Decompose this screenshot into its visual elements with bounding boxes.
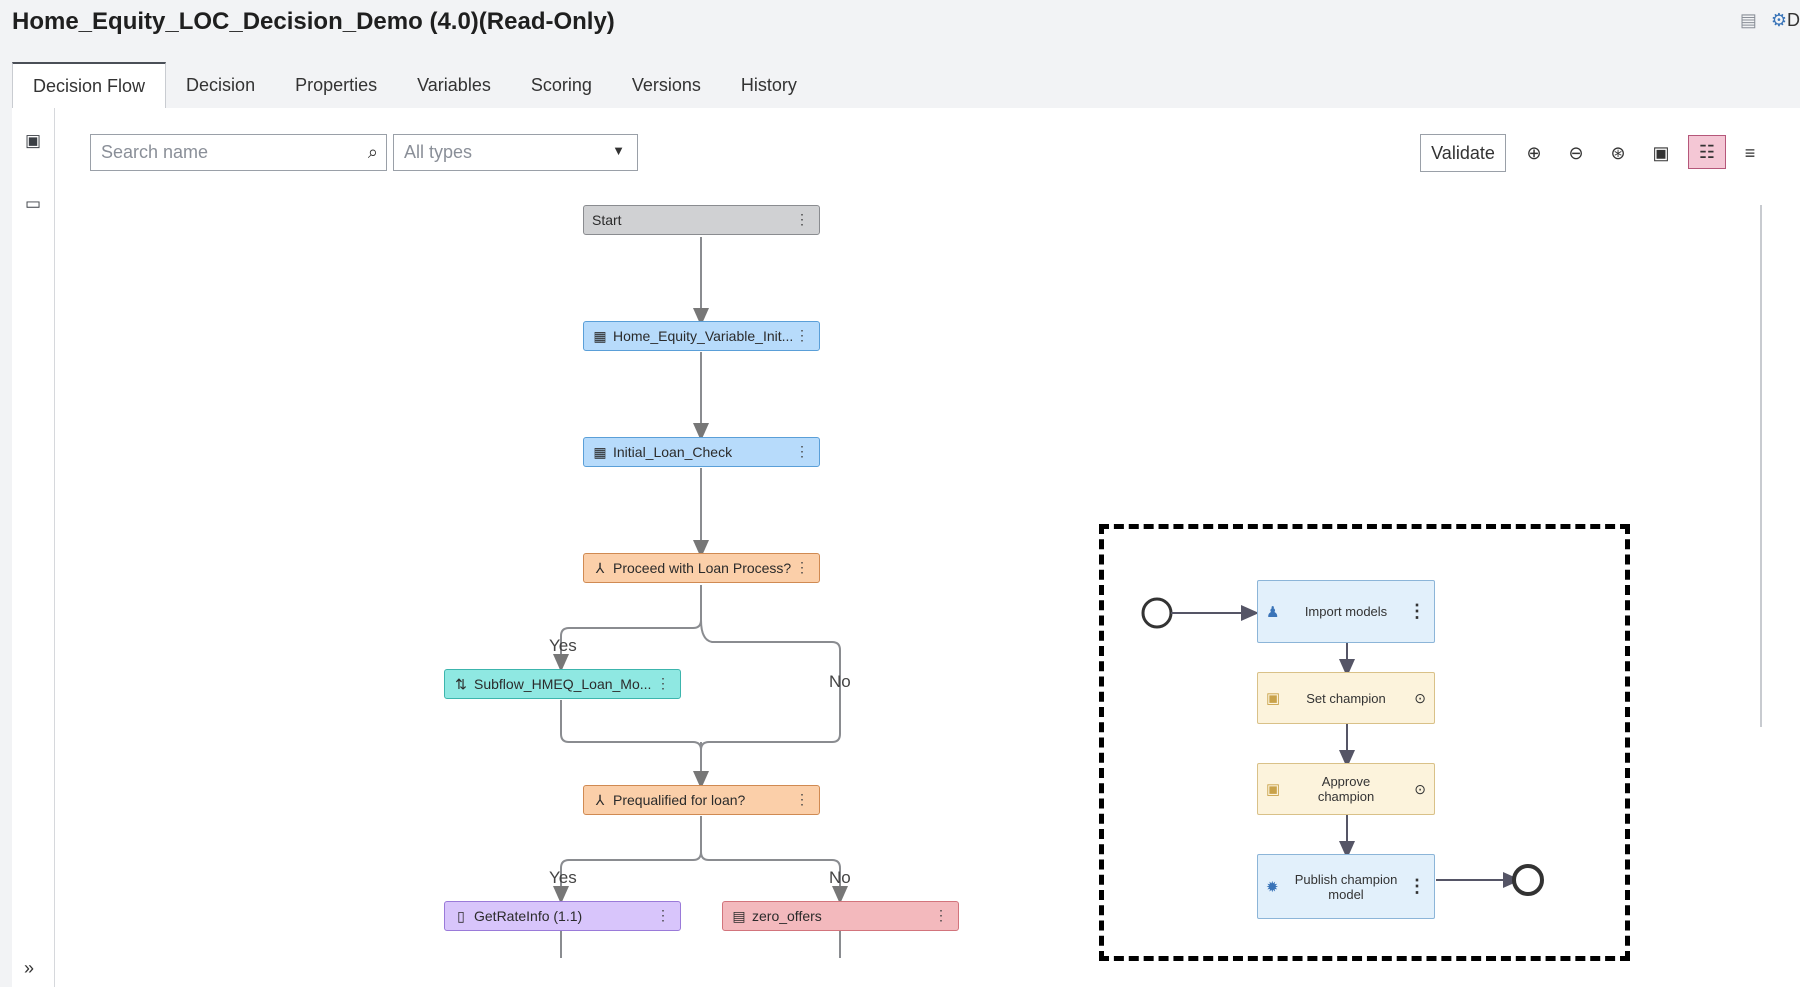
more-options-icon[interactable]: ⋮ <box>1408 601 1426 622</box>
start-event <box>1141 597 1173 629</box>
node-label: zero_offers <box>752 908 822 924</box>
task-label: Approve champion <box>1317 774 1375 804</box>
task-label: Set champion <box>1306 690 1386 706</box>
flow-node-subflow[interactable]: ⇅ Subflow_HMEQ_Loan_Mo... ⋮ <box>444 669 681 699</box>
end-event <box>1512 864 1544 896</box>
branch-icon: ⅄ <box>595 791 605 808</box>
record-contact-icon: ▤ <box>732 907 746 924</box>
node-label: Proceed with Loan Process? <box>613 560 792 576</box>
rule-set-icon: ▦ <box>593 327 607 344</box>
flow-node-zero-offers[interactable]: ▤ zero_offers ⋮ <box>722 901 959 931</box>
more-options-icon[interactable]: ⋮ <box>795 559 809 576</box>
task-import-models[interactable]: ♟ Import models ⋮ <box>1257 580 1435 643</box>
target-icon: ⊙ <box>1414 689 1426 706</box>
node-label: Home_Equity_Variable_Init... <box>613 328 794 344</box>
model-icon: ▯ <box>457 907 465 924</box>
edge-label-no: No <box>829 672 851 691</box>
flow-node-variable-init[interactable]: ▦ Home_Equity_Variable_Init... ⋮ <box>583 321 820 351</box>
node-label: Subflow_HMEQ_Loan_Mo... <box>474 676 652 692</box>
task-approve-champion[interactable]: ▣ Approve champion ⊙ <box>1257 763 1435 815</box>
more-options-icon[interactable]: ⋮ <box>934 907 948 924</box>
more-options-icon[interactable]: ⋮ <box>656 675 670 692</box>
node-label: Start <box>592 212 622 228</box>
more-options-icon[interactable]: ⋮ <box>1408 876 1426 897</box>
node-label: Initial_Loan_Check <box>613 444 733 460</box>
gear-icon: ✹ <box>1266 878 1279 896</box>
more-options-icon[interactable]: ⋮ <box>656 907 670 924</box>
flow-node-prequalified[interactable]: ⅄ Prequalified for loan? ⋮ <box>583 785 820 815</box>
task-label: Import models <box>1304 604 1388 619</box>
task-set-champion[interactable]: ▣ Set champion ⊙ <box>1257 672 1435 724</box>
workflow-inset: ♟ Import models ⋮ ▣ Set champion ⊙ ▣ App… <box>1099 524 1630 961</box>
target-icon: ⊙ <box>1414 780 1426 797</box>
edge-label-yes: Yes <box>549 868 577 887</box>
flow-node-start[interactable]: Start ⋮ <box>583 205 820 235</box>
form-icon: ▣ <box>1266 781 1281 798</box>
more-options-icon[interactable]: ⋮ <box>795 211 809 228</box>
user-task-icon: ♟ <box>1266 603 1280 621</box>
branch-icon: ⅄ <box>595 559 605 576</box>
more-options-icon[interactable]: ⋮ <box>795 327 809 344</box>
node-label: Prequalified for loan? <box>613 792 746 808</box>
edge-label-yes: Yes <box>549 636 577 655</box>
task-label: Publish champion model <box>1294 871 1398 902</box>
flow-node-rate-info[interactable]: ▯ GetRateInfo (1.1) ⋮ <box>444 901 681 931</box>
more-options-icon[interactable]: ⋮ <box>795 443 809 460</box>
more-options-icon[interactable]: ⋮ <box>795 791 809 808</box>
flow-node-proceed[interactable]: ⅄ Proceed with Loan Process? ⋮ <box>583 553 820 583</box>
task-publish-champion[interactable]: ✹ Publish champion model ⋮ <box>1257 854 1435 919</box>
flow-node-initial-check[interactable]: ▦ Initial_Loan_Check ⋮ <box>583 437 820 467</box>
edge-label-no: No <box>829 868 851 887</box>
node-label: GetRateInfo (1.1) <box>474 908 583 924</box>
rule-set-icon: ▦ <box>593 443 607 460</box>
form-icon: ▣ <box>1266 690 1281 707</box>
subflow-icon: ⇅ <box>455 675 467 692</box>
